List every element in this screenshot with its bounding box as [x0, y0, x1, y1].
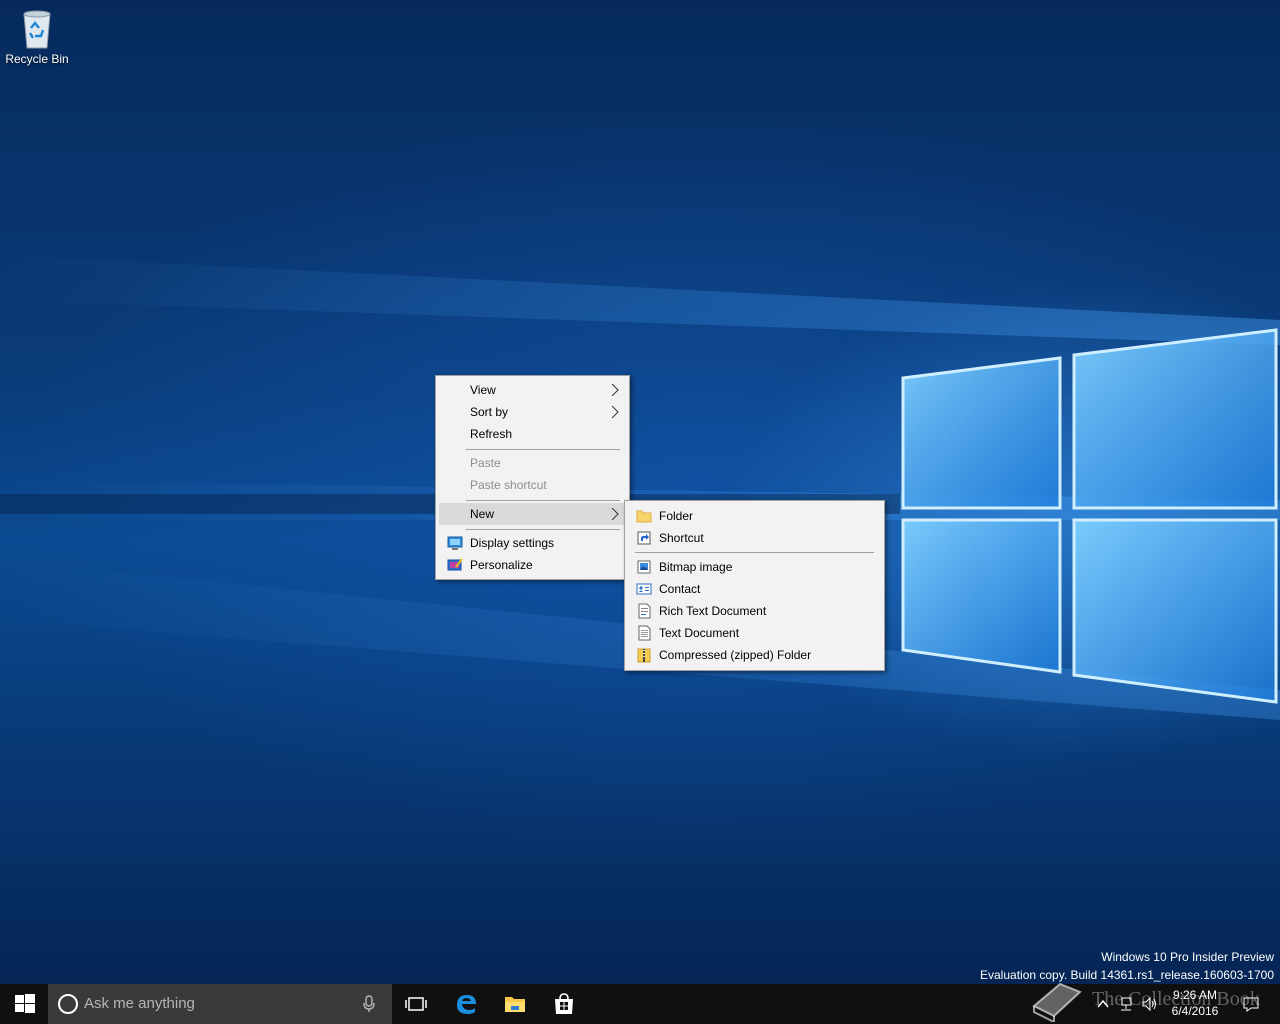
menu-item-label: Contact: [659, 582, 701, 596]
contact-icon: [636, 583, 652, 595]
submenu-item-rich-text-document[interactable]: Rich Text Document: [628, 600, 881, 622]
personalize-icon: [447, 558, 463, 571]
cortana-search-box[interactable]: Ask me anything: [48, 984, 392, 1024]
chevron-right-icon: [611, 508, 619, 520]
menu-item-label: Display settings: [470, 536, 555, 550]
cortana-icon: [58, 994, 78, 1014]
menu-item-new[interactable]: New: [439, 503, 626, 525]
windows-logo-icon: [15, 994, 35, 1013]
submenu-item-text-document[interactable]: Text Document: [628, 622, 881, 644]
store-icon: [555, 993, 573, 1014]
menu-item-personalize[interactable]: Personalize: [439, 554, 626, 576]
collection-book-watermark: The Collection Book: [1030, 974, 1280, 1024]
task-view-icon: [405, 997, 427, 1011]
store-button[interactable]: [540, 984, 588, 1024]
bitmap-icon: [637, 560, 651, 574]
submenu-item-folder[interactable]: Folder: [628, 505, 881, 527]
shortcut-icon: [637, 531, 651, 545]
menu-item-paste[interactable]: Paste: [439, 452, 626, 474]
chevron-right-icon: [611, 384, 619, 396]
watermark-logo-text: The Collection Book: [1092, 988, 1260, 1010]
submenu-item-compressed-folder[interactable]: Compressed (zipped) Folder: [628, 644, 881, 666]
display-icon: [447, 536, 463, 550]
menu-item-label: Refresh: [470, 427, 513, 441]
build-watermark-edition: Windows 10 Pro Insider Preview: [1101, 950, 1274, 964]
menu-item-label: Shortcut: [659, 531, 704, 545]
folder-icon: [636, 510, 652, 523]
start-button[interactable]: [0, 984, 48, 1024]
menu-item-label: Compressed (zipped) Folder: [659, 648, 812, 662]
menu-separator: [466, 529, 620, 530]
menu-item-label: New: [470, 507, 495, 521]
file-explorer-icon: [505, 997, 525, 1012]
submenu-item-shortcut[interactable]: Shortcut: [628, 527, 881, 549]
menu-separator: [635, 552, 874, 553]
menu-item-label: Bitmap image: [659, 560, 733, 574]
submenu-item-contact[interactable]: Contact: [628, 578, 881, 600]
desktop[interactable]: Recycle Bin Windows 10 Pro Insider Previ…: [0, 0, 1280, 984]
menu-item-view[interactable]: View: [439, 379, 626, 401]
text-document-icon: [638, 625, 651, 641]
menu-item-label: Paste: [470, 456, 501, 470]
menu-item-label: Paste shortcut: [470, 478, 547, 492]
menu-item-label: View: [470, 383, 496, 397]
menu-item-refresh[interactable]: Refresh: [439, 423, 626, 445]
menu-item-label: Folder: [659, 509, 694, 523]
file-explorer-button[interactable]: [491, 984, 539, 1024]
menu-separator: [466, 449, 620, 450]
menu-separator: [466, 500, 620, 501]
menu-item-display-settings[interactable]: Display settings: [439, 532, 626, 554]
rich-text-icon: [638, 603, 651, 619]
book-logo-icon: [1032, 982, 1082, 1022]
menu-item-label: Text Document: [659, 626, 740, 640]
desktop-context-menu: View Sort by Refresh Paste Paste shortcu…: [435, 375, 630, 580]
menu-item-paste-shortcut[interactable]: Paste shortcut: [439, 474, 626, 496]
menu-item-label: Rich Text Document: [659, 604, 767, 618]
new-submenu: Folder Shortcut Bitmap image Contact Ric…: [624, 500, 885, 671]
wallpaper: [0, 255, 1280, 720]
chevron-right-icon: [611, 406, 619, 418]
zip-folder-icon: [637, 648, 651, 663]
menu-item-sort-by[interactable]: Sort by: [439, 401, 626, 423]
menu-item-label: Personalize: [470, 558, 533, 572]
search-placeholder: Ask me anything: [84, 995, 195, 1012]
edge-button[interactable]: [442, 984, 490, 1024]
recycle-bin-icon: [23, 10, 51, 49]
edge-icon: [457, 995, 476, 1014]
recycle-bin-label: Recycle Bin: [5, 52, 69, 66]
task-view-button[interactable]: [392, 984, 440, 1024]
microphone-icon[interactable]: [362, 995, 376, 1013]
submenu-item-bitmap-image[interactable]: Bitmap image: [628, 556, 881, 578]
menu-item-label: Sort by: [470, 405, 509, 419]
desktop-icon-recycle-bin[interactable]: Recycle Bin: [4, 6, 70, 74]
